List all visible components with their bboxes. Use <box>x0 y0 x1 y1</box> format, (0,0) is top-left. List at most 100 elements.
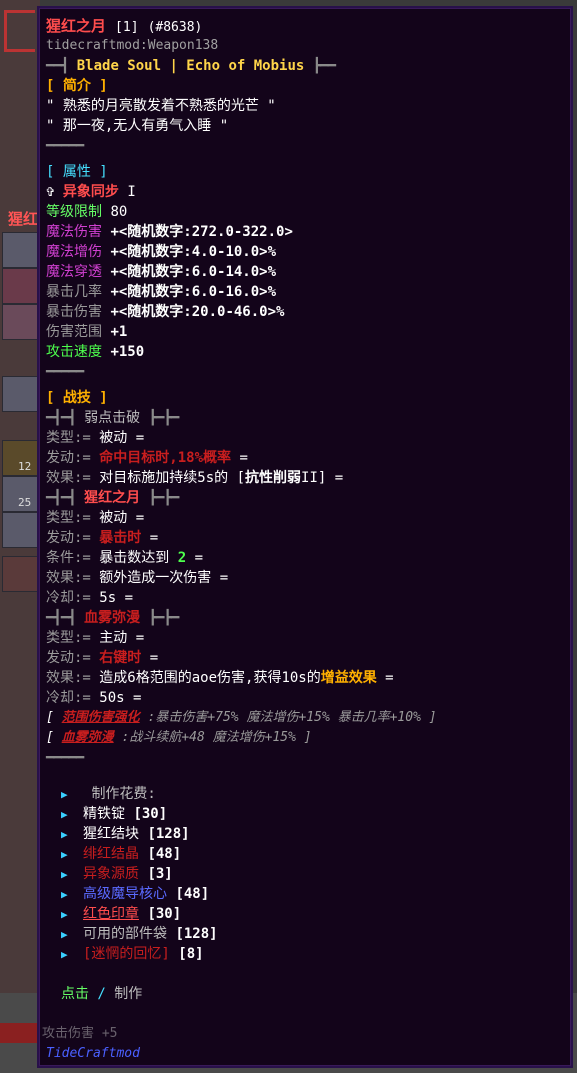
stat-row: 暴击几率 +<随机数字:6.0-16.0>% <box>46 282 571 302</box>
stat-value: +<随机数字:272.0-322.0> <box>110 224 293 240</box>
stat-label: 暴击几率 <box>46 284 102 300</box>
stat-value: +<随机数字:4.0-10.0>% <box>110 244 277 260</box>
crafting-item-count: [30] <box>147 906 182 922</box>
crafting-item-name: 高级魔导核心 <box>83 886 167 902</box>
crafting-item-count: [128] <box>175 926 218 942</box>
inventory-slot[interactable] <box>2 268 38 304</box>
stat-label: 魔法伤害 <box>46 224 102 240</box>
mod-name: TideCraftmod <box>46 1046 140 1061</box>
skill-trigger-row: 发动:= 暴击时 = <box>46 528 571 548</box>
inventory-slot[interactable] <box>2 376 38 412</box>
enhancement-name: 血雾弥漫 <box>61 730 114 745</box>
stat-label: 攻击速度 <box>46 344 102 360</box>
enhancement-desc: :暴击伤害+75% 魔法增伤+15% 暴击几率+10% ] <box>147 710 437 725</box>
skill-field-label: 类型:= <box>46 630 91 646</box>
skill-name: 猩红之月 <box>84 490 141 506</box>
stat-label: 暴击伤害 <box>46 304 102 320</box>
craft-action[interactable]: 制作 <box>114 986 142 1002</box>
skill-name: 血雾弥漫 <box>84 610 141 626</box>
skill-field-tail: = <box>186 550 204 566</box>
skill-effect-row: 效果:= 额外造成一次伤害 = <box>46 568 571 588</box>
crafting-item-name: 可用的部件袋 <box>83 926 167 942</box>
skill-title-row: ━┫━┫ 血雾弥漫 ┣━┣━ <box>46 608 571 628</box>
stat-row: 魔法穿透 +<随机数字:6.0-14.0>% <box>46 262 571 282</box>
stat-row: 魔法增伤 +<随机数字:4.0-10.0>% <box>46 242 571 262</box>
skill-trigger-value: 暴击时 <box>99 530 142 546</box>
crafting-item-name: 异象源质 <box>83 866 139 882</box>
registry-id: tidecraftmod:Weapon138 <box>46 38 219 53</box>
skill-title-row: ━┫━┫ 弱点击破 ┣━┣━ <box>46 408 571 428</box>
background-inventory: 猩红 12 25 <box>0 0 40 1073</box>
skill-effect-row: 效果:= 对目标施加持续5s的 [抗性削弱II] = <box>46 468 571 488</box>
inventory-slot[interactable] <box>2 304 38 340</box>
item-count: [1] <box>115 20 139 35</box>
crafting-item-count: [128] <box>147 826 190 842</box>
divider: ━━━━━ <box>46 750 84 766</box>
skill-condition-row: 条件:= 暴击数达到 2 = <box>46 548 571 568</box>
crafting-header-row: ▶ 制作花费: <box>46 784 571 804</box>
item-numeric-id: (#8638) <box>147 20 203 35</box>
skill-field-label: 发动:= <box>46 530 91 546</box>
skill-field-label: 效果:= <box>46 670 91 686</box>
stat-label: 魔法穿透 <box>46 264 102 280</box>
arrow-icon: ▶ <box>61 828 68 841</box>
click-action[interactable]: 点击 <box>61 986 89 1002</box>
series-suffix: ┣━━ <box>312 58 336 74</box>
enhancement-bracket: [ <box>46 710 54 725</box>
series-name: Blade Soul | Echo of Mobius <box>76 58 305 74</box>
stat-value: +1 <box>110 324 128 340</box>
skill-field-label: 条件:= <box>46 550 91 566</box>
enhancement-row: [ 血雾弥漫 :战斗续航+48 魔法增伤+15% ] <box>46 728 571 748</box>
skill-name: 弱点击破 <box>84 410 141 426</box>
skill-dash-right: ┣━┣━ <box>148 610 180 626</box>
inventory-slot[interactable] <box>2 556 38 592</box>
enhancement-desc: :战斗续航+48 魔法增伤+15% ] <box>121 730 312 745</box>
skill-title-row: ━┫━┫ 猩红之月 ┣━┣━ <box>46 488 571 508</box>
intro-header: [ 简介 ] <box>46 78 108 94</box>
divider: ━━━━━ <box>46 138 84 154</box>
skill-field-value: 被动 = <box>99 430 145 446</box>
skill-type-row: 类型:= 被动 = <box>46 508 571 528</box>
crafting-item: ▶ 绯红结晶 [48] <box>46 844 571 864</box>
skill-field-label: 发动:= <box>46 650 91 666</box>
background-bottom-text: 攻击伤害 +5 <box>42 1026 118 1041</box>
enhancement-bracket: [ <box>46 730 54 745</box>
skill-dash-left: ━┫━┫ <box>46 610 77 626</box>
stat-row: 暴击伤害 +<随机数字:20.0-46.0>% <box>46 302 571 322</box>
crafting-item-count: [3] <box>147 866 173 882</box>
crafting-item-name: 精铁锭 <box>83 806 125 822</box>
craft-action-row: 点击 / 制作 <box>46 984 571 1004</box>
crafting-item: ▶ 红色印章 [30] <box>46 904 571 924</box>
enhancement-row: [ 范围伤害强化 :暴击伤害+75% 魔法增伤+15% 暴击几率+10% ] <box>46 708 571 728</box>
skill-field-value: 主动 = <box>99 630 145 646</box>
skill-dash-left: ━┫━┫ <box>46 490 77 506</box>
stat-row: 攻击速度 +150 <box>46 342 571 362</box>
stat-value: +<随机数字:6.0-14.0>% <box>110 264 277 280</box>
crafting-item-count: [30] <box>133 806 168 822</box>
stat-value: +150 <box>110 344 145 360</box>
stat-value: +<随机数字:20.0-46.0>% <box>110 304 285 320</box>
inventory-slot[interactable] <box>2 512 38 548</box>
skill-cooldown-row: 冷却:= 5s = <box>46 588 571 608</box>
crafting-item: ▶ 可用的部件袋 [128] <box>46 924 571 944</box>
skill-field-label: 效果:= <box>46 570 91 586</box>
background-title: 猩红 <box>8 210 39 228</box>
skill-field-label: 类型:= <box>46 510 91 526</box>
skill-field-tail: = <box>376 670 394 686</box>
crafting-item: ▶ 精铁锭 [30] <box>46 804 571 824</box>
skill-field-label: 效果:= <box>46 470 91 486</box>
stat-label: 魔法增伤 <box>46 244 102 260</box>
skill-trigger-row: 发动:= 命中目标时,18%概率 = <box>46 448 571 468</box>
skill-dash-left: ━┫━┫ <box>46 410 77 426</box>
crafting-item-name: 红色印章 <box>83 906 139 922</box>
skill-field-label: 冷却:= <box>46 690 91 706</box>
crafting-item-count: [8] <box>178 946 204 962</box>
crafting-item-name: [迷惘的回忆] <box>83 946 170 962</box>
level-limit-row: 等级限制 80 <box>46 202 571 222</box>
skill-field-tail: = <box>239 450 248 466</box>
crafting-cost-section: ▶ 制作花费: ▶ 精铁锭 [30] ▶ 猩红结块 [128] ▶ 绯红结晶 [48] ▶ 异… <box>46 784 571 964</box>
inventory-slot[interactable] <box>2 232 38 268</box>
crafting-item: ▶ [迷惘的回忆] [8] <box>46 944 571 964</box>
attributes-header: [ 属性 ] <box>46 164 108 180</box>
skill-cooldown-row: 冷却:= 50s = <box>46 688 571 708</box>
